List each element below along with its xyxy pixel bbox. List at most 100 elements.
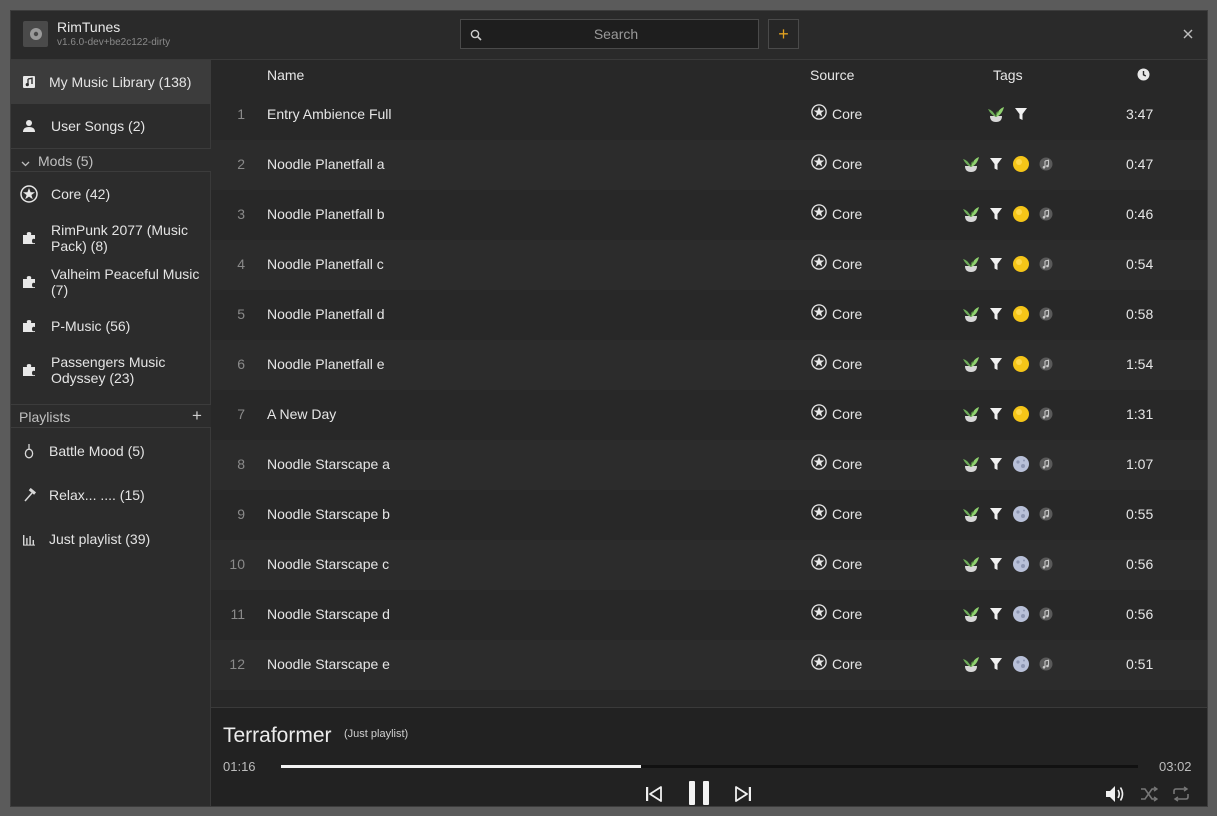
moon-icon: [1011, 654, 1031, 674]
music-library-icon: [20, 73, 38, 91]
core-icon: [811, 354, 827, 373]
volume-button[interactable]: [1104, 785, 1126, 807]
song-source: Core: [811, 554, 862, 573]
song-duration: 1:54: [1126, 356, 1154, 372]
column-header-tags[interactable]: Tags: [993, 67, 1023, 83]
user-icon: [20, 117, 38, 135]
table-row[interactable]: 6 Noodle Planetfall e Core 1:54: [211, 340, 1207, 390]
source-label: Core: [832, 605, 863, 622]
song-name: Noodle Starscape e: [267, 656, 390, 672]
sidebar-item-p-music[interactable]: P-Music (56): [11, 304, 211, 348]
song-source: Core: [811, 304, 862, 323]
repeat-button[interactable]: [1170, 785, 1192, 807]
playlists-section-header: Playlists +: [11, 404, 211, 428]
song-duration: 3:47: [1126, 106, 1154, 122]
core-icon: [811, 304, 827, 323]
music-note-icon: [1036, 654, 1056, 674]
song-tags: [961, 354, 1061, 374]
plant-icon: [961, 354, 981, 374]
previous-button[interactable]: [643, 785, 665, 806]
total-time: 03:02: [1159, 759, 1192, 774]
column-header-name[interactable]: Name: [267, 67, 304, 83]
table-row[interactable]: 12 Noodle Starscape e Core 0:51: [211, 640, 1207, 690]
song-duration: 0:55: [1126, 506, 1154, 522]
sidebar-item-core[interactable]: Core (42): [11, 172, 211, 216]
volume-icon: [1105, 785, 1125, 807]
table-row[interactable]: 8 Noodle Starscape a Core 1:07: [211, 440, 1207, 490]
shuffle-button[interactable]: [1138, 785, 1160, 806]
add-button[interactable]: +: [768, 19, 799, 49]
sidebar-item-just-playlist[interactable]: Just playlist (39): [11, 517, 211, 561]
sidebar-item-my-music-library[interactable]: My Music Library (138): [11, 60, 211, 104]
song-tags: [961, 304, 1061, 324]
plant-icon: [961, 204, 981, 224]
row-number: 12: [229, 656, 245, 672]
sidebar-item-relax[interactable]: Relax... .... (15): [11, 473, 211, 517]
table-row[interactable]: 2 Noodle Planetfall a Core 0:47: [211, 140, 1207, 190]
sidebar-item-passengers[interactable]: Passengers Music Odyssey (23): [11, 348, 211, 392]
grenade-icon: [20, 442, 38, 460]
song-name: Noodle Starscape b: [267, 506, 390, 522]
row-number: 4: [237, 256, 245, 272]
table-row[interactable]: 1 Entry Ambience Full Core 3:47: [211, 90, 1207, 140]
next-button[interactable]: [732, 785, 754, 806]
table-row[interactable]: 4 Noodle Planetfall c Core 0:54: [211, 240, 1207, 290]
sidebar-item-label: P-Music (56): [51, 318, 131, 334]
table-row[interactable]: 9 Noodle Starscape b Core 0:55: [211, 490, 1207, 540]
mods-section-header[interactable]: Mods (5): [11, 148, 211, 172]
source-label: Core: [832, 455, 863, 472]
core-icon: [811, 454, 827, 473]
plant-icon: [961, 404, 981, 424]
filter-icon: [986, 504, 1006, 524]
table-row[interactable]: 5 Noodle Planetfall d Core 0:58: [211, 290, 1207, 340]
song-source: Core: [811, 604, 862, 623]
clock-icon[interactable]: [1137, 68, 1150, 84]
close-icon[interactable]: [1179, 25, 1197, 43]
progress-bar[interactable]: [281, 765, 1138, 768]
sidebar-item-user-songs[interactable]: User Songs (2): [11, 104, 211, 148]
add-playlist-button[interactable]: +: [192, 406, 202, 426]
filter-icon: [986, 354, 1006, 374]
moon-icon: [1011, 504, 1031, 524]
song-duration: 0:58: [1126, 306, 1154, 322]
song-name: A New Day: [267, 406, 337, 422]
sidebar-item-rimpunk[interactable]: RimPunk 2077 (Music Pack) (8): [11, 216, 211, 260]
hammer-icon: [20, 486, 38, 504]
row-number: 5: [237, 306, 245, 322]
row-number: 7: [237, 406, 245, 422]
music-note-icon: [1036, 504, 1056, 524]
app-logo-icon: [23, 21, 48, 47]
song-duration: 0:47: [1126, 156, 1154, 172]
column-header-source[interactable]: Source: [810, 67, 854, 83]
plant-icon: [986, 104, 1006, 124]
table-row[interactable]: 11 Noodle Starscape d Core 0:56: [211, 590, 1207, 640]
song-source: Core: [811, 254, 862, 273]
song-tags: [961, 404, 1061, 424]
table-row[interactable]: 3 Noodle Planetfall b Core 0:46: [211, 190, 1207, 240]
playlists-header-label: Playlists: [19, 409, 71, 425]
row-number: 8: [237, 456, 245, 472]
song-tags: [986, 104, 1036, 124]
table-row[interactable]: 10 Noodle Starscape c Core 0:56: [211, 540, 1207, 590]
source-label: Core: [832, 405, 863, 422]
progress-fill: [281, 765, 641, 768]
repeat-icon: [1172, 785, 1190, 807]
filter-icon: [986, 604, 1006, 624]
search-input[interactable]: [491, 20, 741, 48]
search-box[interactable]: [460, 19, 759, 49]
puzzle-icon: [20, 229, 38, 247]
sidebar-item-label: Valheim Peaceful Music (7): [51, 266, 200, 298]
pause-button[interactable]: [685, 780, 713, 806]
music-note-icon: [1036, 304, 1056, 324]
song-duration: 0:54: [1126, 256, 1154, 272]
music-note-icon: [1036, 454, 1056, 474]
core-icon: [811, 104, 827, 123]
sidebar-item-valheim[interactable]: Valheim Peaceful Music (7): [11, 260, 211, 304]
sidebar-item-battle-mood[interactable]: Battle Mood (5): [11, 429, 211, 473]
filter-icon: [986, 154, 1006, 174]
filter-icon: [1011, 104, 1031, 124]
table-row[interactable]: 7 A New Day Core 1:31: [211, 390, 1207, 440]
sun-icon: [1011, 304, 1031, 324]
sun-icon: [1011, 204, 1031, 224]
sidebar-item-label: Core (42): [51, 186, 111, 202]
